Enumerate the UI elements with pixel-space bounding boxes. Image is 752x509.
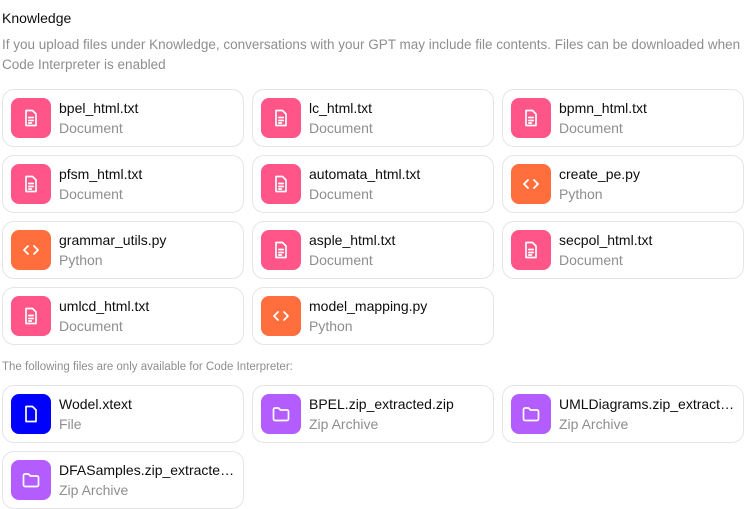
file-card[interactable]: Wodel.xtext File bbox=[2, 385, 244, 443]
file-name: bpmn_html.txt bbox=[559, 100, 647, 116]
file-card-text: secpol_html.txt Document bbox=[559, 231, 735, 269]
file-name: automata_html.txt bbox=[309, 166, 421, 182]
file-card-text: bpmn_html.txt Document bbox=[559, 99, 735, 137]
file-card[interactable]: grammar_utils.py Python bbox=[2, 221, 244, 279]
file-type: Python bbox=[309, 318, 353, 334]
file-type: Document bbox=[559, 252, 623, 268]
file-card[interactable]: DFASamples.zip_extracted.zip Zip Archive bbox=[2, 451, 244, 509]
file-name: BPEL.zip_extracted.zip bbox=[309, 396, 454, 412]
document-icon bbox=[11, 98, 51, 138]
file-name: secpol_html.txt bbox=[559, 232, 653, 248]
file-name: model_mapping.py bbox=[309, 298, 428, 314]
folder-icon bbox=[511, 394, 551, 434]
file-card-text: create_pe.py Python bbox=[559, 165, 735, 203]
file-card[interactable]: create_pe.py Python bbox=[502, 155, 744, 213]
file-name: umlcd_html.txt bbox=[59, 298, 150, 314]
file-card-text: UMLDiagrams.zip_extracted.zip Zip Archive bbox=[559, 395, 735, 433]
file-type: Zip Archive bbox=[309, 416, 379, 432]
file-card[interactable]: bpel_html.txt Document bbox=[2, 89, 244, 147]
file-type: Python bbox=[559, 186, 603, 202]
document-icon bbox=[511, 230, 551, 270]
file-card-text: lc_html.txt Document bbox=[309, 99, 485, 137]
file-name: UMLDiagrams.zip_extracted.zip bbox=[559, 396, 735, 412]
document-icon bbox=[261, 98, 301, 138]
file-type: File bbox=[59, 416, 82, 432]
document-icon bbox=[511, 98, 551, 138]
file-type: Python bbox=[59, 252, 103, 268]
file-card-text: asple_html.txt Document bbox=[309, 231, 485, 269]
folder-icon bbox=[11, 460, 51, 500]
code-icon bbox=[511, 164, 551, 204]
knowledge-heading: Knowledge bbox=[2, 10, 72, 26]
document-icon bbox=[11, 296, 51, 336]
file-name: DFASamples.zip_extracted.zip bbox=[59, 462, 235, 478]
file-card[interactable]: pfsm_html.txt Document bbox=[2, 155, 244, 213]
file-card-text: BPEL.zip_extracted.zip Zip Archive bbox=[309, 395, 485, 433]
file-name: asple_html.txt bbox=[309, 232, 396, 248]
file-card[interactable]: automata_html.txt Document bbox=[252, 155, 494, 213]
file-card-text: model_mapping.py Python bbox=[309, 297, 485, 335]
file-card-text: bpel_html.txt Document bbox=[59, 99, 235, 137]
file-name: bpel_html.txt bbox=[59, 100, 139, 116]
file-name: lc_html.txt bbox=[309, 100, 373, 116]
file-type: Document bbox=[559, 120, 623, 136]
file-card[interactable]: secpol_html.txt Document bbox=[502, 221, 744, 279]
file-card[interactable]: model_mapping.py Python bbox=[252, 287, 494, 345]
file-type: Document bbox=[59, 120, 123, 136]
file-icon bbox=[11, 394, 51, 434]
file-card-text: automata_html.txt Document bbox=[309, 165, 485, 203]
file-card[interactable]: bpmn_html.txt Document bbox=[502, 89, 744, 147]
knowledge-files-grid: bpel_html.txt Document lc_html.txt Document… bbox=[2, 89, 744, 345]
file-card[interactable]: UMLDiagrams.zip_extracted.zip Zip Archive bbox=[502, 385, 744, 443]
file-type: Zip Archive bbox=[59, 482, 129, 498]
file-card[interactable]: asple_html.txt Document bbox=[252, 221, 494, 279]
file-card[interactable]: lc_html.txt Document bbox=[252, 89, 494, 147]
file-card-text: Wodel.xtext File bbox=[59, 395, 235, 433]
document-icon bbox=[261, 230, 301, 270]
knowledge-description: If you upload files under Knowledge, con… bbox=[2, 37, 741, 72]
code-icon bbox=[261, 296, 301, 336]
document-icon bbox=[261, 164, 301, 204]
file-card-text: DFASamples.zip_extracted.zip Zip Archive bbox=[59, 461, 235, 499]
code-icon bbox=[11, 230, 51, 270]
document-icon bbox=[11, 164, 51, 204]
file-card[interactable]: BPEL.zip_extracted.zip Zip Archive bbox=[252, 385, 494, 443]
file-card[interactable]: umlcd_html.txt Document bbox=[2, 287, 244, 345]
file-type: Document bbox=[309, 252, 373, 268]
file-type: Document bbox=[309, 186, 373, 202]
file-type: Document bbox=[309, 120, 373, 136]
file-card-text: pfsm_html.txt Document bbox=[59, 165, 235, 203]
code-interpreter-files-grid: Wodel.xtext File BPEL.zip_extracted.zip Zip… bbox=[2, 385, 744, 509]
file-card-text: umlcd_html.txt Document bbox=[59, 297, 235, 335]
file-card-text: grammar_utils.py Python bbox=[59, 231, 235, 269]
file-name: Wodel.xtext bbox=[59, 396, 132, 412]
code-interpreter-note: The following files are only available f… bbox=[2, 361, 293, 373]
folder-icon bbox=[261, 394, 301, 434]
file-type: Document bbox=[59, 186, 123, 202]
file-type: Document bbox=[59, 318, 123, 334]
file-name: grammar_utils.py bbox=[59, 232, 167, 248]
file-type: Zip Archive bbox=[559, 416, 629, 432]
file-name: create_pe.py bbox=[559, 166, 640, 182]
file-name: pfsm_html.txt bbox=[59, 166, 143, 182]
